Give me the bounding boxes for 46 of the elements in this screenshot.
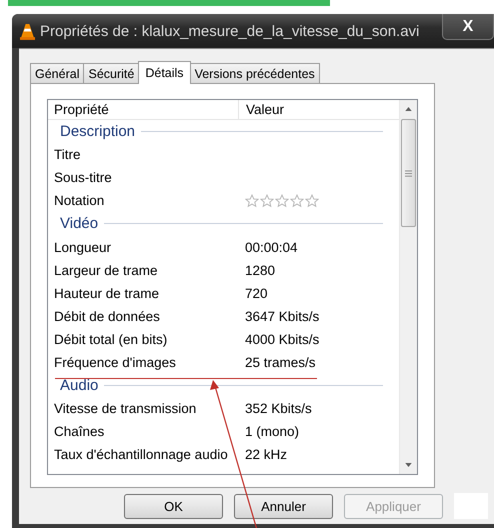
star-icon [260,194,274,208]
column-header[interactable]: Propriété [48,100,239,119]
property-value: 00:00:04 [245,240,298,255]
tab[interactable]: Détails [138,61,191,84]
scroll-down-icon[interactable] [405,463,412,467]
tab[interactable]: Général [30,63,84,83]
scroll-thumb[interactable] [401,119,416,227]
tab[interactable]: Versions précédentes [190,63,320,83]
property-name: Taux d'échantillonnage audio [54,447,229,462]
property-name: Débit de données [54,308,161,324]
property-name: Chaînes [54,424,106,440]
section-heading: Vidéo [60,215,98,232]
property-name: Vitesse de transmission [54,401,198,416]
tab[interactable]: Sécurité [83,63,140,83]
property-name: Fréquence d'images [54,354,177,370]
section-heading: Description [60,123,136,140]
property-value: 1 (mono) [245,424,300,440]
scrollbar[interactable] [399,100,417,474]
star-icon [290,194,304,208]
property-name: Longueur [54,240,112,255]
star-icon [275,194,289,208]
property-value: 22 kHz [245,447,288,462]
property-name: Notation [54,193,106,208]
dialog-button[interactable]: Annuler [234,494,333,518]
dialog-button[interactable]: OK [124,494,223,518]
property-name: Titre [54,147,82,162]
star-icon [245,194,259,208]
property-value: 352 Kbits/s [245,401,312,416]
star-icon [305,194,319,208]
property-name: Débit total (en bits) [54,332,168,347]
close-button[interactable]: X [442,14,494,40]
section-heading: Audio [60,377,98,394]
property-name: Sous-titre [54,170,113,186]
property-value: 25 trames/s [245,354,316,370]
property-value: 720 [245,286,268,301]
property-value: 3647 Kbits/s [245,308,320,324]
property-value: 1280 [245,262,276,278]
traffic-cone-icon [20,22,35,40]
star-rating[interactable] [245,194,319,208]
scroll-up-icon[interactable] [405,107,412,111]
property-name: Hauteur de trame [54,286,160,301]
property-value: 4000 Kbits/s [245,332,320,347]
window-title: Propriétés de : klalux_mesure_de_la_vitesse_du_son.avi [40,22,420,40]
property-name: Largeur de trame [54,262,159,278]
grip-icon [405,170,412,176]
column-header[interactable]: Valeur [239,100,399,119]
